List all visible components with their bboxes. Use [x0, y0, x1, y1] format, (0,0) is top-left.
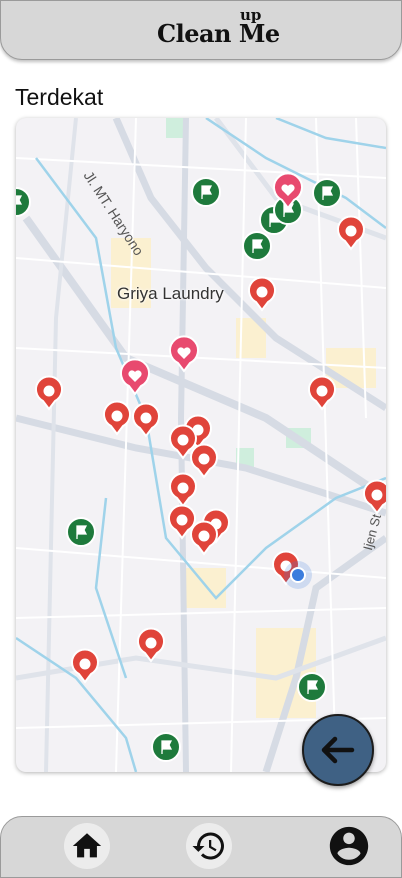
map-markers [16, 172, 386, 762]
nav-home-button[interactable] [64, 823, 110, 869]
flag-marker[interactable] [191, 177, 221, 207]
laundry-marker[interactable] [169, 472, 197, 507]
back-button[interactable] [302, 714, 374, 786]
account-icon [329, 826, 369, 866]
laundry-marker[interactable] [132, 402, 160, 437]
flag-marker[interactable] [242, 231, 272, 261]
laundry-marker[interactable] [71, 648, 99, 683]
app-header: Clean Me up [0, 0, 402, 60]
arrow-left-icon [321, 736, 355, 764]
laundry-marker[interactable] [35, 375, 63, 410]
section-title: Terdekat [15, 84, 104, 110]
laundry-marker[interactable] [248, 276, 276, 311]
favorite-marker[interactable] [169, 335, 199, 372]
nav-profile-button[interactable] [326, 823, 372, 869]
app-logo-superscript: up [240, 6, 262, 24]
laundry-marker[interactable] [190, 443, 218, 478]
favorite-marker[interactable] [120, 358, 150, 395]
laundry-marker[interactable] [337, 215, 365, 250]
home-icon [72, 833, 102, 858]
laundry-marker[interactable] [103, 400, 131, 435]
laundry-marker[interactable] [137, 627, 165, 662]
user-location-marker [284, 561, 312, 589]
laundry-marker[interactable] [308, 375, 336, 410]
flag-marker[interactable] [312, 178, 342, 208]
bottom-nav [0, 816, 402, 878]
map-view[interactable]: Jl. MT. Haryono Ijen St Griya Laundry [16, 118, 386, 772]
flag-marker[interactable] [297, 672, 327, 702]
flag-marker[interactable] [151, 732, 181, 762]
flag-marker[interactable] [66, 517, 96, 547]
flag-marker[interactable] [16, 187, 31, 217]
laundry-marker[interactable] [363, 479, 386, 514]
laundry-marker[interactable] [190, 520, 218, 555]
history-icon [192, 832, 224, 860]
nav-history-button[interactable] [186, 823, 232, 869]
